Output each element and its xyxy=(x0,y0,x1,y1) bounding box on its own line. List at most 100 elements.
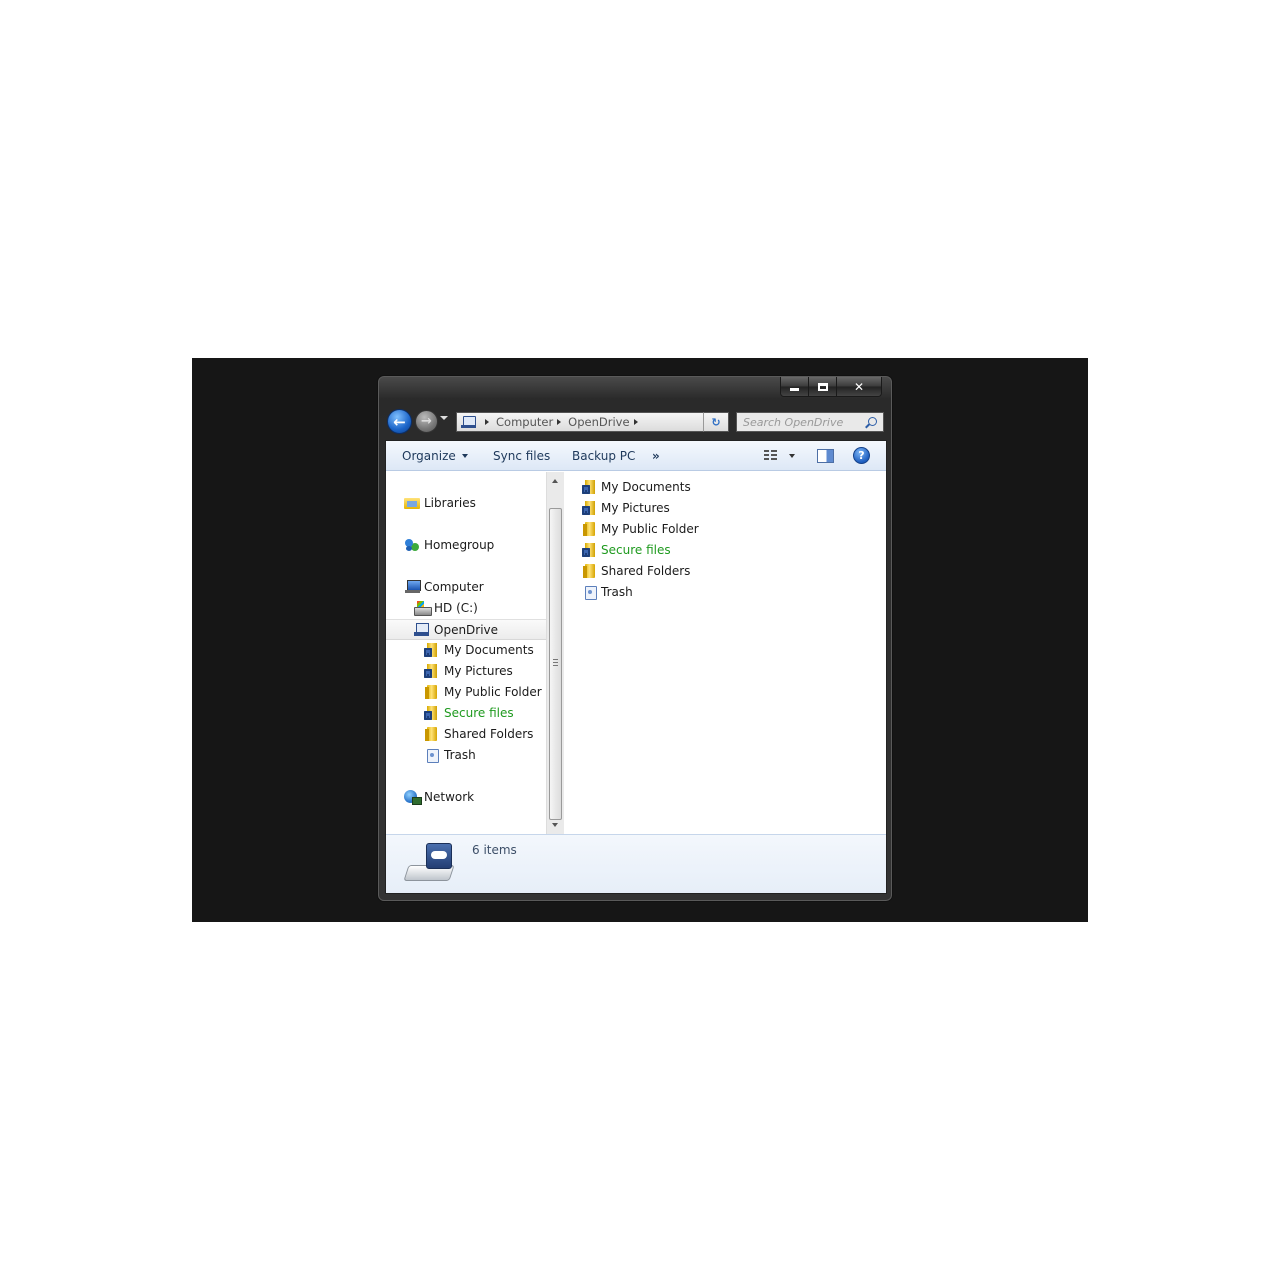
nav-item-shared-folders[interactable]: Shared Folders xyxy=(424,725,533,743)
locked-folder-icon xyxy=(424,643,440,657)
back-button[interactable]: ← xyxy=(387,409,412,434)
opendrive-icon xyxy=(461,415,477,429)
list-item-label: My Public Folder xyxy=(601,522,699,536)
locked-folder-icon xyxy=(424,706,440,720)
list-item-label: My Pictures xyxy=(601,501,670,515)
folder-icon xyxy=(424,685,440,699)
trash-icon xyxy=(582,585,598,600)
backup-pc-button[interactable]: Backup PC xyxy=(572,449,635,463)
scroll-down-icon[interactable] xyxy=(552,823,558,827)
nav-item-label: Trash xyxy=(444,748,476,762)
navigation-pane: Libraries Homegroup Computer HD (C:) Ope… xyxy=(386,472,565,834)
folder-icon xyxy=(424,727,440,741)
list-item-label: Secure files xyxy=(601,543,671,557)
homegroup-icon xyxy=(404,538,420,552)
close-button[interactable]: ✕ xyxy=(837,377,881,396)
folder-icon xyxy=(582,564,598,578)
opendrive-icon xyxy=(414,622,430,637)
sync-files-button[interactable]: Sync files xyxy=(493,449,550,463)
cloud-icon xyxy=(431,851,447,859)
nav-item-secure-files[interactable]: Secure files xyxy=(424,704,514,722)
breadcrumb-chevron-icon[interactable] xyxy=(633,419,638,425)
nav-item-hd[interactable]: HD (C:) xyxy=(414,599,478,617)
nav-item-my-public-folder[interactable]: My Public Folder xyxy=(424,683,542,701)
list-item[interactable]: Trash xyxy=(582,583,633,601)
nav-item-my-documents[interactable]: My Documents xyxy=(424,641,534,659)
nav-item-label: Homegroup xyxy=(424,538,495,552)
nav-item-my-pictures[interactable]: My Pictures xyxy=(424,662,513,680)
list-item-label: Trash xyxy=(601,585,633,599)
list-item-label: Shared Folders xyxy=(601,564,691,578)
nav-item-label: Shared Folders xyxy=(444,727,534,741)
address-bar[interactable]: Computer OpenDrive xyxy=(456,412,729,432)
recent-pages-dropdown[interactable] xyxy=(440,416,448,420)
refresh-button[interactable]: ↻ xyxy=(703,412,729,432)
list-item[interactable]: My Documents xyxy=(582,478,691,496)
locked-folder-icon xyxy=(582,501,598,515)
trash-icon xyxy=(424,748,440,763)
help-icon[interactable]: ? xyxy=(853,447,870,464)
locked-folder-icon xyxy=(582,543,598,557)
maximize-button[interactable] xyxy=(809,377,837,396)
minimize-icon xyxy=(790,387,799,391)
nav-item-label: Libraries xyxy=(424,496,476,510)
nav-pane-scrollbar[interactable] xyxy=(546,472,564,834)
nav-item-label: My Public Folder xyxy=(444,685,542,699)
view-options-dropdown[interactable] xyxy=(789,454,795,458)
list-item-label: My Documents xyxy=(601,480,691,494)
folder-icon xyxy=(582,522,598,536)
breadcrumb-computer[interactable]: Computer xyxy=(496,415,553,429)
close-icon: ✕ xyxy=(853,379,865,394)
list-item[interactable]: Secure files xyxy=(582,541,671,559)
list-item[interactable]: Shared Folders xyxy=(582,562,690,580)
file-list: My Documents My Pictures My Public Folde… xyxy=(566,472,886,834)
minimize-button[interactable] xyxy=(781,377,809,396)
nav-item-network[interactable]: Network xyxy=(404,788,474,806)
caption-buttons: ✕ xyxy=(780,377,882,397)
nav-item-label: Computer xyxy=(424,580,484,594)
nav-item-label: My Pictures xyxy=(444,664,513,678)
nav-item-label: OpenDrive xyxy=(434,622,499,637)
explorer-window: ✕ ← → Computer OpenDrive ↻ Organize Sync… xyxy=(378,376,892,901)
nav-item-label: HD (C:) xyxy=(434,601,478,615)
search-input[interactable] xyxy=(743,415,861,429)
search-icon[interactable] xyxy=(868,417,877,426)
maximize-icon xyxy=(817,382,828,391)
nav-item-computer[interactable]: Computer xyxy=(404,578,484,596)
navigation-row: ← → Computer OpenDrive ↻ xyxy=(387,409,884,434)
breadcrumb-opendrive[interactable]: OpenDrive xyxy=(568,415,629,429)
change-view-icon[interactable] xyxy=(764,450,777,462)
list-item[interactable]: My Public Folder xyxy=(582,520,699,538)
item-count: 6 items xyxy=(472,843,517,857)
locked-folder-icon xyxy=(582,480,598,494)
organize-button[interactable]: Organize xyxy=(402,449,468,463)
opendrive-drive-icon xyxy=(403,843,456,887)
computer-icon xyxy=(404,580,421,594)
client-area: Organize Sync files Backup PC » ? Librar… xyxy=(385,440,887,894)
libraries-icon xyxy=(404,496,420,510)
chevron-down-icon xyxy=(461,454,468,458)
more-commands-button[interactable]: » xyxy=(652,449,660,463)
details-pane: 6 items xyxy=(386,834,886,893)
locked-folder-icon xyxy=(424,664,440,678)
nav-item-label: Secure files xyxy=(444,706,514,720)
grip-icon xyxy=(553,659,558,666)
forward-button[interactable]: → xyxy=(415,410,438,433)
scrollbar-thumb[interactable] xyxy=(549,508,562,820)
preview-pane-icon[interactable] xyxy=(817,449,834,463)
refresh-icon: ↻ xyxy=(711,415,721,429)
search-box[interactable] xyxy=(736,412,884,432)
network-icon xyxy=(404,790,422,805)
forward-arrow-icon: → xyxy=(421,414,432,429)
nav-item-opendrive[interactable]: OpenDrive xyxy=(386,619,546,640)
breadcrumb-chevron-icon[interactable] xyxy=(485,419,489,425)
scroll-up-icon[interactable] xyxy=(552,479,558,483)
nav-item-label: My Documents xyxy=(444,643,534,657)
nav-item-homegroup[interactable]: Homegroup xyxy=(404,536,494,554)
list-item[interactable]: My Pictures xyxy=(582,499,670,517)
nav-item-trash[interactable]: Trash xyxy=(424,746,476,764)
back-arrow-icon: ← xyxy=(393,412,406,431)
organize-label: Organize xyxy=(402,449,456,463)
nav-item-libraries[interactable]: Libraries xyxy=(404,494,476,512)
breadcrumb-chevron-icon[interactable] xyxy=(557,419,562,425)
